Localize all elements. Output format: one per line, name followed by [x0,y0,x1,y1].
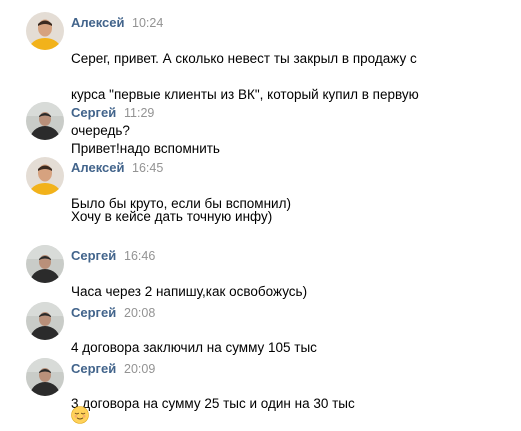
message-timestamp[interactable]: 16:46 [124,249,155,263]
author-name[interactable]: Алексей [71,160,125,175]
message-line: курса "первые клиенты из ВК", который ку… [71,87,419,102]
avatar[interactable] [26,102,64,140]
author-name[interactable]: Сергей [71,305,116,320]
avatar[interactable] [26,157,64,195]
message-timestamp[interactable]: 20:08 [124,306,155,320]
message-line: 4 договора заключил на сумму 105 тыс [71,340,317,355]
author-name[interactable]: Сергей [71,361,116,376]
avatar-sergey-photo [26,102,64,140]
avatar-aleksey-photo [26,12,64,50]
avatar-aleksey-photo [26,157,64,195]
chat-history: Алексей 10:24 Серег, привет. А сколько н… [0,0,521,430]
relieved-face-emoji[interactable] [71,406,89,429]
message-text-continued: Хочу в кейсе дать точную инфу) [71,209,273,224]
avatar[interactable] [26,12,64,50]
message-line: Привет!надо вспомнить [71,141,220,156]
avatar-sergey-photo [26,245,64,283]
author-name[interactable]: Сергей [71,105,116,120]
message-timestamp[interactable]: 20:09 [124,362,155,376]
emoji-icon [71,406,89,424]
avatar-sergey-photo [26,358,64,396]
message-line: Часа через 2 напишу,как освобожусь) [71,284,308,299]
avatar[interactable] [26,245,64,283]
message-timestamp[interactable]: 16:45 [132,161,163,175]
message-line: 3 договора на сумму 25 тыс и один на 30 … [71,396,355,411]
author-name[interactable]: Алексей [71,15,125,30]
message-timestamp[interactable]: 10:24 [132,16,163,30]
avatar[interactable] [26,302,64,340]
author-name[interactable]: Сергей [71,248,116,263]
avatar[interactable] [26,358,64,396]
message-text: 3 договора на сумму 25 тыс и один на 30 … [71,377,355,431]
message-timestamp[interactable]: 11:29 [124,106,154,120]
message-line: Серег, привет. А сколько невест ты закры… [71,51,417,66]
avatar-sergey-photo [26,302,64,340]
